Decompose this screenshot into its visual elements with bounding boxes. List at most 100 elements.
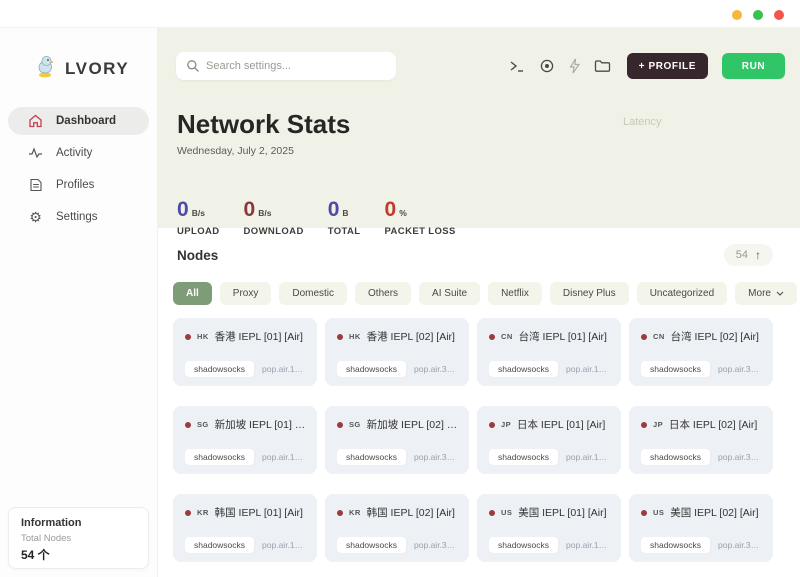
node-status-dot — [489, 334, 495, 340]
main-content: + PROFILE RUN Network Stats Wednesday, J… — [158, 28, 800, 577]
sidebar-item-activity[interactable]: Activity — [8, 139, 149, 167]
node-country-code: HK — [197, 332, 209, 341]
node-status-dot — [489, 422, 495, 428]
node-detail: pop.air.1543.0tk... — [566, 452, 611, 462]
filter-tab[interactable]: AI Suite — [419, 282, 480, 305]
node-name: 台湾 IEPL [02] [Air] — [671, 329, 759, 344]
activity-icon — [28, 147, 43, 159]
window-controls — [732, 10, 784, 20]
node-name: 韩国 IEPL [02] [Air] — [367, 505, 455, 520]
folder-icon[interactable] — [594, 59, 611, 73]
node-status-dot — [185, 422, 191, 428]
node-country-code: US — [501, 508, 512, 517]
filter-tab-label: Domestic — [292, 288, 334, 299]
toolbar-icons — [509, 58, 611, 74]
node-card[interactable]: SG 新加坡 IEPL [01] [Air] shadowsocks pop.a… — [173, 406, 317, 474]
add-profile-button[interactable]: + PROFILE — [627, 53, 708, 79]
title-bar — [0, 0, 800, 28]
search-icon — [186, 59, 200, 78]
sidebar-item-label: Dashboard — [56, 115, 116, 127]
node-status-dot — [641, 510, 647, 516]
node-card[interactable]: CN 台湾 IEPL [02] [Air] shadowsocks pop.ai… — [629, 318, 773, 386]
sidebar-item-settings[interactable]: Settings — [8, 203, 149, 231]
node-name: 香港 IEPL [01] [Air] — [215, 329, 303, 344]
filter-tab[interactable]: Proxy — [220, 282, 272, 305]
search-box — [176, 52, 396, 80]
node-card[interactable]: JP 日本 IEPL [02] [Air] shadowsocks pop.ai… — [629, 406, 773, 474]
node-country-code: SG — [197, 420, 209, 429]
home-icon — [28, 114, 43, 128]
stat-value: 0 — [177, 200, 189, 220]
eye-icon[interactable] — [539, 58, 555, 74]
node-count-badge[interactable]: 54 ↑ — [724, 244, 773, 266]
filter-tab-label: AI Suite — [432, 288, 467, 299]
chevron-down-icon — [776, 288, 784, 299]
latency-label: Latency — [623, 116, 662, 128]
sidebar: LVORY Dashboard Activity — [0, 28, 158, 577]
document-icon — [28, 178, 43, 192]
stat-value: 0 — [328, 200, 340, 220]
node-protocol-tag: shadowsocks — [489, 537, 558, 553]
node-name: 新加坡 IEPL [02] [Air] — [367, 417, 459, 432]
filter-tab[interactable]: Others — [355, 282, 411, 305]
duck-logo-icon — [34, 54, 56, 83]
node-protocol-tag: shadowsocks — [489, 361, 558, 377]
filter-tab[interactable]: Disney Plus — [550, 282, 629, 305]
maximize-button[interactable] — [753, 10, 763, 20]
node-status-dot — [337, 334, 343, 340]
node-status-dot — [641, 422, 647, 428]
node-card[interactable]: JP 日本 IEPL [01] [Air] shadowsocks pop.ai… — [477, 406, 621, 474]
node-count: 54 — [736, 249, 748, 261]
search-input[interactable] — [176, 52, 396, 80]
filter-tab[interactable]: All — [173, 282, 212, 305]
node-protocol-tag: shadowsocks — [489, 449, 558, 465]
node-detail: pop.air.3278.0tk... — [718, 540, 763, 550]
node-card[interactable]: CN 台湾 IEPL [01] [Air] shadowsocks pop.ai… — [477, 318, 621, 386]
node-name: 韩国 IEPL [01] [Air] — [215, 505, 303, 520]
node-country-code: KR — [197, 508, 209, 517]
filter-tab[interactable]: Netflix — [488, 282, 542, 305]
close-button[interactable] — [774, 10, 784, 20]
app-logo: LVORY — [34, 54, 157, 83]
node-card[interactable]: US 美国 IEPL [02] [Air] shadowsocks pop.ai… — [629, 494, 773, 562]
node-card[interactable]: HK 香港 IEPL [01] [Air] shadowsocks pop.ai… — [173, 318, 317, 386]
app-window: LVORY Dashboard Activity — [0, 0, 800, 577]
node-card[interactable]: US 美国 IEPL [01] [Air] shadowsocks pop.ai… — [477, 494, 621, 562]
filter-tab-label: Others — [368, 288, 398, 299]
terminal-icon[interactable] — [509, 59, 526, 73]
sidebar-item-label: Settings — [56, 211, 98, 223]
node-card[interactable]: HK 香港 IEPL [02] [Air] shadowsocks pop.ai… — [325, 318, 469, 386]
sidebar-item-dashboard[interactable]: Dashboard — [8, 107, 149, 135]
filter-tab-label: Netflix — [501, 288, 529, 299]
network-stats-panel: + PROFILE RUN Network Stats Wednesday, J… — [158, 28, 800, 228]
stat-value: 0 — [244, 200, 256, 220]
node-detail: pop.air.1543.0tk... — [566, 540, 611, 550]
node-name: 日本 IEPL [02] [Air] — [669, 417, 757, 432]
node-protocol-tag: shadowsocks — [185, 361, 254, 377]
information-title: Information — [21, 517, 136, 529]
stat-unit: B/s — [192, 208, 205, 220]
node-detail: pop.air.3278.0tk... — [718, 364, 763, 374]
sidebar-item-profiles[interactable]: Profiles — [8, 171, 149, 199]
lightning-icon[interactable] — [568, 58, 581, 74]
node-protocol-tag: shadowsocks — [641, 537, 710, 553]
node-detail: pop.air.3278.0tk... — [718, 452, 763, 462]
arrow-up-icon: ↑ — [755, 248, 761, 262]
filter-tab[interactable]: Domestic — [279, 282, 347, 305]
network-stats-header: Network Stats Wednesday, July 2, 2025 — [177, 108, 350, 157]
node-status-dot — [337, 422, 343, 428]
node-detail: pop.air.1543.0tk... — [262, 540, 307, 550]
node-status-dot — [641, 334, 647, 340]
run-button[interactable]: RUN — [722, 53, 785, 79]
filter-tab[interactable]: More — [735, 282, 797, 305]
node-country-code: CN — [501, 332, 513, 341]
stat-value: 0 — [385, 200, 397, 220]
node-card[interactable]: KR 韩国 IEPL [01] [Air] shadowsocks pop.ai… — [173, 494, 317, 562]
sidebar-item-label: Profiles — [56, 179, 94, 191]
minimize-button[interactable] — [732, 10, 742, 20]
filter-tab[interactable]: Uncategorized — [637, 282, 727, 305]
node-card[interactable]: SG 新加坡 IEPL [02] [Air] shadowsocks pop.a… — [325, 406, 469, 474]
node-name: 香港 IEPL [02] [Air] — [367, 329, 455, 344]
node-name: 美国 IEPL [01] [Air] — [518, 505, 606, 520]
node-card[interactable]: KR 韩国 IEPL [02] [Air] shadowsocks pop.ai… — [325, 494, 469, 562]
